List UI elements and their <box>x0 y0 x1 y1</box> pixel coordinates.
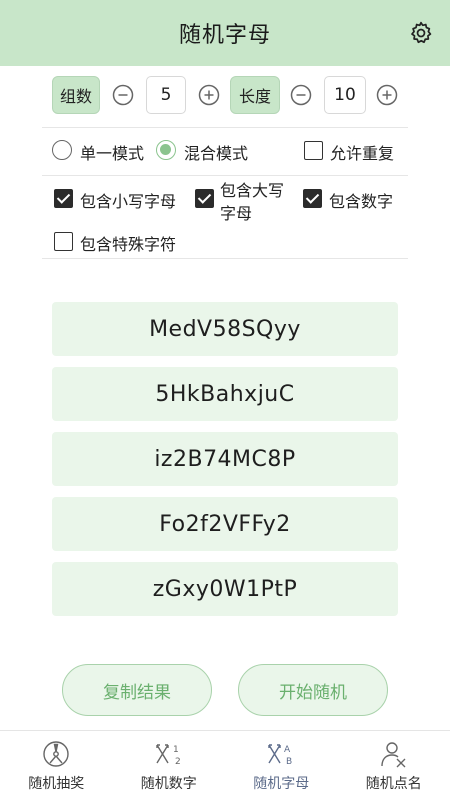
uppercase-label-line2[interactable]: 字母 <box>220 200 252 224</box>
tab-label: 随机字母 <box>253 776 310 792</box>
page-title: 随机字母 <box>178 23 271 48</box>
uppercase-checkbox[interactable] <box>195 189 214 208</box>
result-item[interactable]: MedV58SQyy <box>52 302 398 356</box>
tab-random-letter[interactable]: A B 随机字母 <box>225 731 338 800</box>
allow-repeat-checkbox[interactable] <box>304 141 323 160</box>
lowercase-label[interactable]: 包含小写字母 <box>80 188 176 212</box>
groups-label: 组数 <box>52 76 100 114</box>
number-shuffle-icon: 1 2 <box>156 744 181 767</box>
special-chars-label[interactable]: 包含特殊字符 <box>80 231 176 255</box>
tab-label: 随机抽奖 <box>28 776 85 792</box>
divider <box>42 127 408 128</box>
tab-label: 随机点名 <box>365 776 422 792</box>
start-random-button[interactable]: 开始随机 <box>238 664 388 716</box>
svg-text:1: 1 <box>173 745 179 755</box>
radio-mixed-mode[interactable] <box>156 140 176 160</box>
app-header: 随机字母 <box>0 0 450 66</box>
divider <box>42 258 408 259</box>
radio-single-mode[interactable] <box>52 140 72 160</box>
digits-checkbox[interactable] <box>303 189 322 208</box>
result-item[interactable]: Fo2f2VFFy2 <box>52 497 398 551</box>
tab-label: 随机数字 <box>140 776 197 792</box>
divider <box>42 175 408 176</box>
svg-text:A: A <box>284 745 291 755</box>
result-item[interactable]: 5HkBahxjuC <box>52 367 398 421</box>
person-pick-icon <box>381 742 406 768</box>
length-value[interactable]: 10 <box>324 76 366 114</box>
allow-repeat-label[interactable]: 允许重复 <box>330 140 394 164</box>
results-list: MedV58SQyy 5HkBahxjuC iz2B74MC8P Fo2f2VF… <box>52 302 398 627</box>
special-chars-checkbox[interactable] <box>54 232 73 251</box>
uppercase-label-line1[interactable]: 包含大写 <box>220 177 284 201</box>
digits-label[interactable]: 包含数字 <box>329 188 393 212</box>
single-mode-label[interactable]: 单一模式 <box>80 140 144 164</box>
length-plus-icon[interactable] <box>376 84 398 106</box>
result-item[interactable]: iz2B74MC8P <box>52 432 398 486</box>
wheel-icon <box>43 741 69 767</box>
length-label: 长度 <box>230 76 280 114</box>
groups-minus-icon[interactable] <box>112 84 134 106</box>
mixed-mode-label[interactable]: 混合模式 <box>184 140 248 164</box>
result-item[interactable]: zGxy0W1PtP <box>52 562 398 616</box>
groups-value[interactable]: 5 <box>146 76 186 114</box>
tab-random-lottery[interactable]: 随机抽奖 <box>0 731 113 800</box>
lowercase-checkbox[interactable] <box>54 189 73 208</box>
bottom-tab-bar: 随机抽奖 1 2 随机数字 A B 随机字母 随机点名 <box>0 730 450 800</box>
length-minus-icon[interactable] <box>290 84 312 106</box>
svg-text:B: B <box>286 757 292 767</box>
letter-shuffle-icon: A B <box>268 744 292 767</box>
gear-icon[interactable] <box>408 20 434 46</box>
svg-text:2: 2 <box>175 757 181 767</box>
groups-plus-icon[interactable] <box>198 84 220 106</box>
copy-results-button[interactable]: 复制结果 <box>62 664 212 716</box>
count-length-controls: 组数 5 长度 10 <box>52 76 412 116</box>
tab-random-rollcall[interactable]: 随机点名 <box>338 731 450 800</box>
mode-options: 单一模式 混合模式 允许重复 <box>52 138 412 164</box>
tab-random-number[interactable]: 1 2 随机数字 <box>113 731 226 800</box>
